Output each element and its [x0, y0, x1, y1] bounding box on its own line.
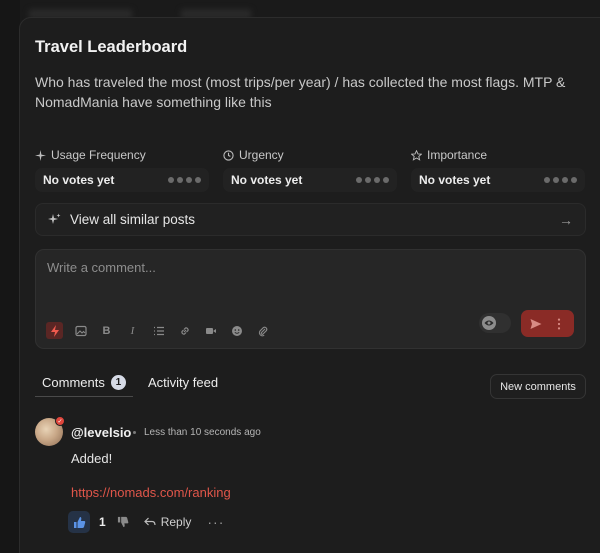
comment-timestamp: Less than 10 seconds ago	[144, 427, 261, 438]
metric-label-text: Importance	[427, 148, 488, 162]
list-icon[interactable]	[150, 322, 167, 339]
tab-comments-label: Comments	[42, 375, 105, 390]
more-options-icon[interactable]: ···	[207, 514, 224, 530]
metric-label-usage: Usage Frequency	[35, 148, 146, 162]
post-title: Travel Leaderboard	[35, 38, 188, 56]
thumbs-down-icon[interactable]	[116, 515, 130, 529]
attachment-icon[interactable]	[254, 322, 271, 339]
post-description: Who has traveled the most (most trips/pe…	[35, 74, 566, 110]
italic-icon[interactable]: I	[124, 322, 141, 339]
sparkles-icon	[48, 213, 61, 224]
background-left	[0, 0, 20, 553]
eye-icon	[482, 316, 496, 330]
tab-comments[interactable]: Comments 1	[35, 369, 133, 397]
metric-label-importance: Importance	[411, 148, 487, 162]
link-icon[interactable]	[176, 322, 193, 339]
similar-posts-label: View all similar posts	[70, 212, 196, 227]
comment-author[interactable]: @levelsio	[71, 425, 131, 440]
metric-vote-importance[interactable]: No votes yet	[411, 168, 585, 192]
star-icon	[411, 149, 422, 161]
video-icon[interactable]	[202, 322, 219, 339]
new-comments-button[interactable]: New comments	[490, 374, 586, 399]
metric-value: No votes yet	[43, 173, 115, 187]
comment-text: Added!	[71, 451, 113, 466]
send-button[interactable]	[521, 310, 574, 337]
comment-actions: 1 Reply ···	[68, 511, 224, 533]
image-icon[interactable]	[72, 322, 89, 339]
comments-count-badge: 1	[110, 375, 126, 390]
verified-badge-icon: ✓	[55, 416, 65, 426]
bold-icon[interactable]: B	[98, 322, 115, 339]
sparkle-icon	[35, 149, 46, 161]
metric-vote-urgency[interactable]: No votes yet	[223, 168, 397, 192]
reply-label: Reply	[160, 515, 192, 529]
vote-dots[interactable]	[356, 177, 389, 183]
vote-dots[interactable]	[168, 177, 201, 183]
clock-icon	[223, 149, 234, 161]
comment-input[interactable]: Write a comment...	[47, 260, 156, 275]
reply-icon	[143, 517, 156, 526]
composer-toolbar: B I	[46, 322, 271, 339]
reply-button[interactable]: Reply	[143, 515, 192, 529]
tab-activity-feed[interactable]: Activity feed	[148, 375, 218, 390]
comment-composer[interactable]: Write a comment... B I	[35, 249, 586, 349]
visibility-toggle[interactable]	[479, 313, 511, 333]
metric-value: No votes yet	[419, 173, 491, 187]
metric-label-text: Usage Frequency	[51, 148, 146, 162]
emoji-icon[interactable]	[228, 322, 245, 339]
comment-link[interactable]: https://nomads.com/ranking	[71, 485, 231, 500]
metric-label-urgency: Urgency	[223, 148, 284, 162]
send-icon	[530, 318, 542, 329]
arrow-right-icon: →	[559, 211, 573, 228]
metric-label-text: Urgency	[239, 148, 284, 162]
vote-dots[interactable]	[544, 177, 577, 183]
view-similar-posts-button[interactable]: View all similar posts →	[35, 203, 586, 236]
lightning-icon[interactable]	[46, 322, 63, 339]
more-vertical-icon[interactable]	[553, 318, 565, 330]
like-button[interactable]	[68, 511, 90, 533]
separator-dot	[133, 431, 136, 434]
thumbs-up-icon	[73, 516, 85, 528]
like-count: 1	[99, 515, 106, 529]
metric-vote-usage[interactable]: No votes yet	[35, 168, 209, 192]
metric-value: No votes yet	[231, 173, 303, 187]
